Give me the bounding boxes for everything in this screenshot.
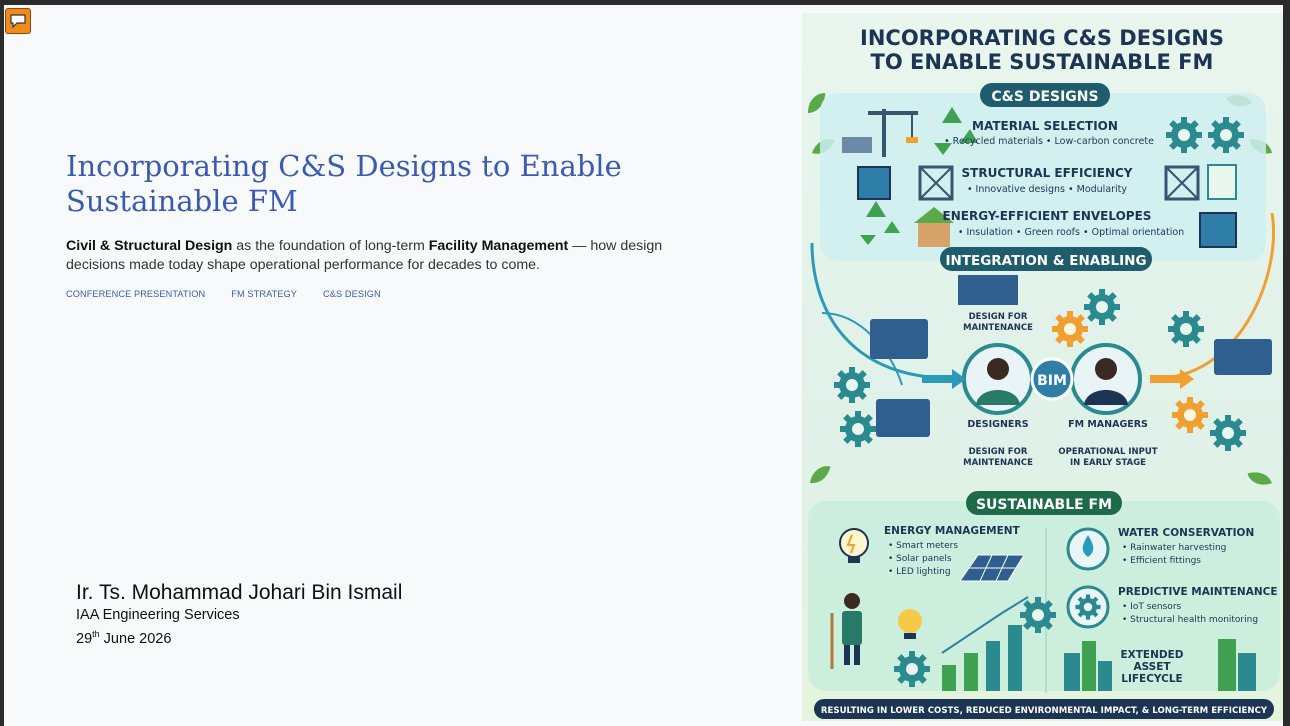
blueprint-icon: [857, 166, 891, 200]
slide: Incorporating C&S Designs to Enable Sust…: [4, 5, 1283, 726]
lifecycle-line-2: ASSET: [1133, 661, 1171, 673]
structural-items: • Innovative designs • Modularity: [967, 184, 1127, 195]
infographic-poster: INCORPORATING C&S DESIGNS TO ENABLE SUST…: [802, 13, 1283, 721]
gear-icon: [1208, 117, 1244, 153]
water-item-2: • Efficient fittings: [1122, 556, 1201, 566]
material-title: MATERIAL SELECTION: [972, 119, 1118, 133]
steel-beam-icon: [842, 137, 872, 153]
lifecycle-line-1: EXTENDED: [1121, 649, 1184, 661]
energy-title: ENERGY MANAGEMENT: [884, 525, 1021, 537]
predictive-item-2: • Structural health monitoring: [1122, 615, 1258, 625]
envelope-items: • Insulation • Green roofs • Optimal ori…: [958, 227, 1184, 238]
water-title: WATER CONSERVATION: [1118, 527, 1254, 539]
gear-icon: [1168, 311, 1204, 347]
material-items: • Recycled materials • Low-carbon concre…: [944, 136, 1154, 147]
gear-icon: [1166, 117, 1202, 153]
envelope-title: ENERGY-EFFICIENT ENVELOPES: [943, 209, 1152, 223]
chart-screen-icon: [958, 275, 1018, 305]
water-drop-icon: [1066, 527, 1110, 571]
predictive-title: PREDICTIVE MAINTENANCE: [1118, 586, 1278, 598]
section-integration: INTEGRATION & ENABLING: [945, 253, 1146, 269]
slide-title: Incorporating C&S Designs to Enable Sust…: [66, 149, 622, 218]
document-icon: [1207, 164, 1237, 200]
date-day: 29: [76, 630, 93, 647]
energy-item-1: • Smart meters: [888, 541, 958, 551]
gear-icon: [840, 411, 876, 447]
fm-managers-label: FM MANAGERS: [1068, 419, 1148, 430]
presenter-name: Ir. Ts. Mohammad Johari Bin Ismail: [76, 581, 403, 604]
section-cs-designs: C&S DESIGNS: [991, 89, 1098, 105]
infographic-svg: INCORPORATING C&S DESIGNS TO ENABLE SUST…: [802, 26, 1280, 719]
water-item-1: • Rainwater harvesting: [1122, 543, 1226, 553]
bim-label: BIM: [1037, 373, 1067, 389]
gear-icon: [1172, 397, 1208, 433]
gear-icon: [1210, 415, 1246, 451]
dashboard-screen-icon: [1214, 339, 1272, 375]
tag-cs-design[interactable]: C&S DESIGN: [323, 289, 381, 299]
dfm-bottom-1: DESIGN FOR: [969, 447, 1028, 457]
footer-text: RESULTING IN LOWER COSTS, REDUCED ENVIRO…: [821, 706, 1268, 716]
energy-item-3: • LED lighting: [888, 567, 951, 577]
dfm-top-1: DESIGN FOR: [969, 312, 1028, 322]
presenter-date: 29th June 2026: [76, 625, 402, 649]
opinput-2: IN EARLY STAGE: [1070, 458, 1146, 468]
gear-icon: [1020, 597, 1056, 633]
gear-icon: [1052, 311, 1088, 347]
gear-icon: [894, 651, 930, 687]
presenter-org: IAA Engineering Services: [76, 607, 240, 623]
lead-bold-cs: Civil & Structural Design: [66, 238, 233, 254]
lifecycle-line-3: LIFECYCLE: [1121, 673, 1182, 685]
slide-lead: Civil & Structural Design as the foundat…: [66, 237, 716, 275]
structural-title: STRUCTURAL EFFICIENCY: [962, 166, 1133, 180]
date-rest: June 2026: [99, 630, 172, 647]
date-suffix: th: [92, 629, 100, 639]
dfm-top-2: MAINTENANCE: [963, 323, 1033, 333]
lead-text-1: as the foundation of long-term: [232, 238, 429, 254]
gear-icon: [1084, 289, 1120, 325]
poster-title-1: INCORPORATING C&S DESIGNS: [860, 26, 1224, 50]
energy-item-2: • Solar panels: [888, 554, 952, 564]
presenter-block: Ir. Ts. Mohammad Johari Bin Ismail IAA E…: [76, 580, 402, 649]
opinput-1: OPERATIONAL INPUT: [1058, 447, 1157, 457]
tag-list: CONFERENCE PRESENTATION FM STRATEGY C&S …: [66, 289, 381, 299]
dashboard-screen-icon: [876, 399, 930, 437]
dfm-bottom-2: MAINTENANCE: [963, 458, 1033, 468]
predictive-item-1: • IoT sensors: [1122, 602, 1182, 612]
section-sustainable: SUSTAINABLE FM: [976, 497, 1112, 513]
gear-icon: [1075, 594, 1101, 620]
plan-icon: [1199, 212, 1237, 248]
poster-title-2: TO ENABLE SUSTAINABLE FM: [871, 50, 1214, 74]
gear-icon: [834, 367, 870, 403]
tag-conference[interactable]: CONFERENCE PRESENTATION: [66, 289, 205, 299]
lead-bold-fm: Facility Management: [428, 238, 569, 254]
tag-fm-strategy[interactable]: FM STRATEGY: [231, 289, 297, 299]
dashboard-screen-icon: [870, 319, 928, 359]
speech-bubble-icon[interactable]: [5, 8, 31, 34]
designers-label: DESIGNERS: [967, 419, 1028, 430]
